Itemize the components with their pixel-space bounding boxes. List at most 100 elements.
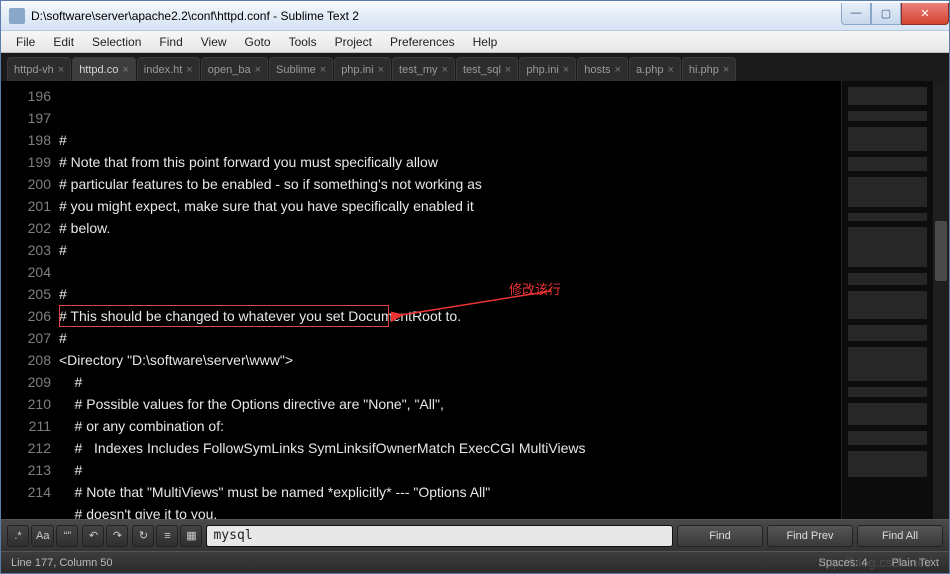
close-button[interactable]: ✕: [901, 3, 949, 25]
minimize-button[interactable]: —: [841, 3, 871, 25]
tab-close-icon[interactable]: ×: [723, 64, 729, 76]
tab-close-icon[interactable]: ×: [255, 64, 261, 76]
maximize-button[interactable]: ▢: [871, 3, 901, 25]
tab-close-icon[interactable]: ×: [563, 64, 569, 76]
find-button[interactable]: Find: [677, 525, 763, 547]
menu-find[interactable]: Find: [150, 33, 191, 51]
tab-close-icon[interactable]: ×: [667, 64, 673, 76]
line-number: 213: [1, 459, 51, 481]
menu-help[interactable]: Help: [464, 33, 507, 51]
line-number: 201: [1, 195, 51, 217]
line-number: 207: [1, 327, 51, 349]
tab[interactable]: httpd-vh×: [7, 57, 71, 81]
find-prev-button[interactable]: Find Prev: [767, 525, 853, 547]
tab-close-icon[interactable]: ×: [378, 64, 384, 76]
tab[interactable]: open_ba ×: [201, 57, 268, 81]
line-number: 202: [1, 217, 51, 239]
tab[interactable]: hi.php×: [682, 57, 736, 81]
tab[interactable]: php.ini×: [334, 57, 391, 81]
tab-label: a.php: [636, 64, 664, 76]
menu-view[interactable]: View: [192, 33, 236, 51]
tab[interactable]: test_sql ×: [456, 57, 518, 81]
tab-label: httpd.co: [79, 64, 118, 76]
redo-icon[interactable]: ↷: [106, 525, 128, 547]
tab-close-icon[interactable]: ×: [615, 64, 621, 76]
tab-close-icon[interactable]: ×: [320, 64, 326, 76]
minimap[interactable]: [841, 81, 933, 519]
highlight-toggle[interactable]: ▦: [180, 525, 202, 547]
code-line[interactable]: [59, 261, 841, 283]
editor-area: 1961971981992002012022032042052062072082…: [1, 81, 949, 519]
tab-close-icon[interactable]: ×: [442, 64, 448, 76]
scrollbar-thumb[interactable]: [935, 221, 947, 281]
tab[interactable]: test_my×: [392, 57, 455, 81]
code-line[interactable]: #: [59, 283, 841, 305]
tab-close-icon[interactable]: ×: [58, 64, 64, 76]
tab[interactable]: index.ht×: [137, 57, 200, 81]
whole-word-toggle[interactable]: “”: [56, 525, 78, 547]
code-line[interactable]: #: [59, 327, 841, 349]
in-selection-toggle[interactable]: ≡: [156, 525, 178, 547]
code-line[interactable]: #: [59, 239, 841, 261]
tab[interactable]: a.php×: [629, 57, 681, 81]
line-number: 203: [1, 239, 51, 261]
watermark: http://blog.csdn.net/: [819, 555, 932, 570]
regex-toggle[interactable]: .*: [7, 525, 29, 547]
tab-close-icon[interactable]: ×: [122, 64, 128, 76]
code-line[interactable]: # Possible values for the Options direct…: [59, 393, 841, 415]
line-number: 196: [1, 85, 51, 107]
menu-file[interactable]: File: [7, 33, 44, 51]
line-number: 209: [1, 371, 51, 393]
code-line[interactable]: #: [59, 129, 841, 151]
code-line[interactable]: # particular features to be enabled - so…: [59, 173, 841, 195]
code-line[interactable]: #: [59, 459, 841, 481]
menu-project[interactable]: Project: [326, 33, 381, 51]
code-line[interactable]: # below.: [59, 217, 841, 239]
code-line[interactable]: <Directory "D:\software\server\www">: [59, 349, 841, 371]
status-position[interactable]: Line 177, Column 50: [11, 557, 795, 569]
titlebar[interactable]: D:\software\server\apache2.2\conf\httpd.…: [1, 1, 949, 31]
tab-close-icon[interactable]: ×: [505, 64, 511, 76]
tab-label: php.ini: [526, 64, 558, 76]
code-line[interactable]: # Indexes Includes FollowSymLinks SymLin…: [59, 437, 841, 459]
case-toggle[interactable]: Aa: [31, 525, 54, 547]
menu-goto[interactable]: Goto: [236, 33, 280, 51]
window-title: D:\software\server\apache2.2\conf\httpd.…: [31, 9, 841, 23]
wrap-toggle[interactable]: ↻: [132, 525, 154, 547]
code-line[interactable]: #: [59, 371, 841, 393]
tab-close-icon[interactable]: ×: [186, 64, 192, 76]
tab[interactable]: php.ini ×: [519, 57, 576, 81]
code-line[interactable]: # Note that from this point forward you …: [59, 151, 841, 173]
menu-preferences[interactable]: Preferences: [381, 33, 464, 51]
code-line[interactable]: # Note that "MultiViews" must be named *…: [59, 481, 841, 503]
line-number: 198: [1, 129, 51, 151]
find-bar: .* Aa “” ↶ ↷ ↻ ≡ ▦ Find Find Prev Find A…: [1, 519, 949, 551]
tab-label: open_ba: [208, 64, 251, 76]
menu-tools[interactable]: Tools: [280, 33, 326, 51]
line-number: 197: [1, 107, 51, 129]
line-number: 212: [1, 437, 51, 459]
tab-label: test_sql: [463, 64, 501, 76]
code-line[interactable]: # This should be changed to whatever you…: [59, 305, 841, 327]
tab[interactable]: hosts×: [577, 57, 628, 81]
code-line[interactable]: # doesn't give it to you.: [59, 503, 841, 519]
code-editor[interactable]: ## Note that from this point forward you…: [59, 81, 841, 519]
line-number: 214: [1, 481, 51, 503]
undo-icon[interactable]: ↶: [82, 525, 104, 547]
line-gutter: 1961971981992002012022032042052062072082…: [1, 81, 59, 519]
line-number: 200: [1, 173, 51, 195]
find-input[interactable]: [206, 525, 673, 547]
status-bar: Line 177, Column 50 Spaces: 4 Plain Text: [1, 551, 949, 573]
find-all-button[interactable]: Find All: [857, 525, 943, 547]
menu-selection[interactable]: Selection: [83, 33, 150, 51]
menubar: FileEditSelectionFindViewGotoToolsProjec…: [1, 31, 949, 53]
tab-label: Sublime: [276, 64, 316, 76]
tab[interactable]: Sublime ×: [269, 57, 333, 81]
code-line[interactable]: # you might expect, make sure that you h…: [59, 195, 841, 217]
tab[interactable]: httpd.co ×: [72, 57, 136, 81]
vertical-scrollbar[interactable]: [933, 81, 949, 519]
code-line[interactable]: # or any combination of:: [59, 415, 841, 437]
menu-edit[interactable]: Edit: [44, 33, 83, 51]
line-number: 206: [1, 305, 51, 327]
line-number: 210: [1, 393, 51, 415]
